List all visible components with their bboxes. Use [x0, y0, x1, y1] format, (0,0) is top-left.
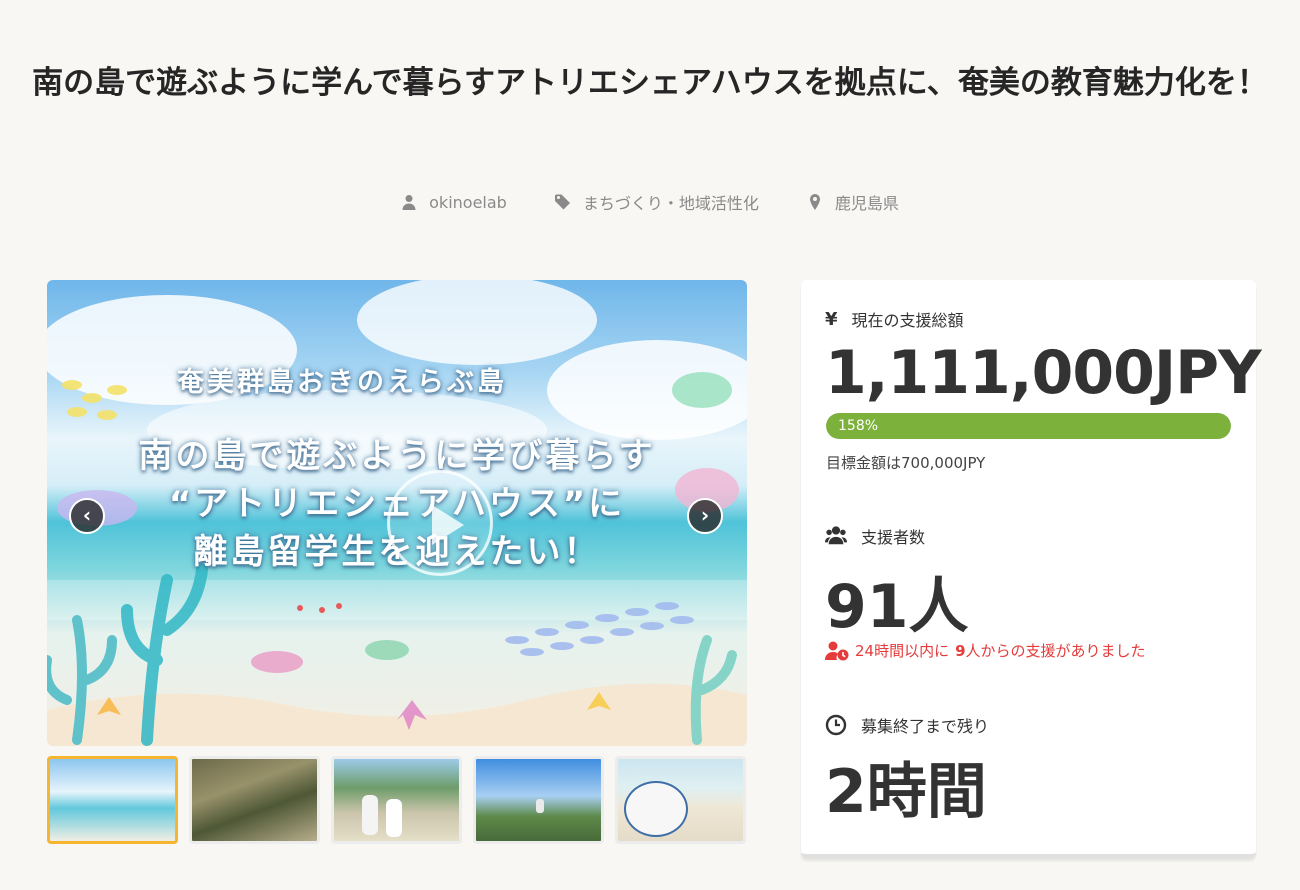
yen-icon: ¥ — [825, 308, 838, 330]
backers-count: 91人 — [825, 572, 969, 642]
backers-label: 支援者数 — [861, 528, 926, 547]
backers-label-row: 支援者数 — [825, 524, 925, 548]
thumbnail-3[interactable] — [331, 756, 462, 844]
funding-panel: ¥ 現在の支援総額 1,111,000JPY 158% 目標金額は700,000… — [801, 280, 1262, 858]
play-video-button[interactable] — [387, 470, 493, 576]
hero-headline-1: 南の島で遊ぶように学び暮らす — [138, 436, 656, 476]
owner-link[interactable]: okinoelab — [401, 190, 507, 214]
thumbnail-1[interactable] — [47, 756, 178, 844]
hero-subtitle: 奄美群島おきのえらぶ島 — [177, 367, 507, 398]
amount-label: 現在の支援総額 — [851, 311, 964, 330]
user-clock-icon — [825, 641, 849, 660]
location-link[interactable]: 鹿児島県 — [807, 190, 899, 214]
clock-icon — [825, 714, 847, 736]
thumbnail-strip — [47, 756, 746, 844]
map-pin-icon — [809, 194, 820, 210]
funding-goal: 目標金額は700,000JPY — [826, 454, 986, 472]
thumbnail-2[interactable] — [189, 756, 320, 844]
hero-carousel[interactable]: 奄美群島おきのえらぶ島 南の島で遊ぶように学び暮らす “アトリエシェアハウス”に… — [47, 280, 747, 746]
recent-count: 9 — [955, 641, 966, 660]
carousel-prev-button[interactable]: ‹ — [69, 498, 105, 534]
chevron-left-icon: ‹ — [82, 503, 92, 527]
tag-icon — [554, 194, 570, 210]
users-icon — [825, 526, 847, 545]
remaining-label-row: 募集終了まで残り — [825, 713, 989, 737]
time-remaining: 2時間 — [825, 757, 987, 827]
funding-progress-bar: 158% — [826, 413, 1231, 439]
user-icon — [402, 195, 416, 210]
carousel-next-button[interactable]: › — [687, 498, 723, 534]
remaining-label: 募集終了まで残り — [861, 717, 990, 736]
chevron-right-icon: › — [700, 503, 710, 527]
category-link[interactable]: まちづくり・地域活性化 — [554, 190, 759, 214]
amount-label-row: ¥ 現在の支援総額 — [825, 307, 964, 331]
owner-name: okinoelab — [429, 192, 507, 212]
thumbnail-5[interactable] — [615, 756, 746, 844]
category-name: まちづくり・地域活性化 — [582, 194, 759, 213]
recent-backers-notice: 24時間以内に 9 人からの支援がありました — [825, 640, 1146, 661]
page-title: 南の島で遊ぶように学んで暮らすアトリエシェアハウスを拠点に、奄美の教育魅力化を！ — [32, 65, 1268, 101]
funding-progress-fill: 158% — [826, 413, 1231, 439]
location-name: 鹿児島県 — [834, 194, 899, 213]
thumbnail-4[interactable] — [473, 756, 604, 844]
recent-suffix: 人からの支援がありました — [965, 642, 1146, 660]
funding-amount: 1,111,000JPY — [825, 338, 1262, 408]
recent-prefix: 24時間以内に — [855, 642, 950, 660]
project-meta: okinoelab まちづくり・地域活性化 鹿児島県 — [0, 190, 1300, 214]
